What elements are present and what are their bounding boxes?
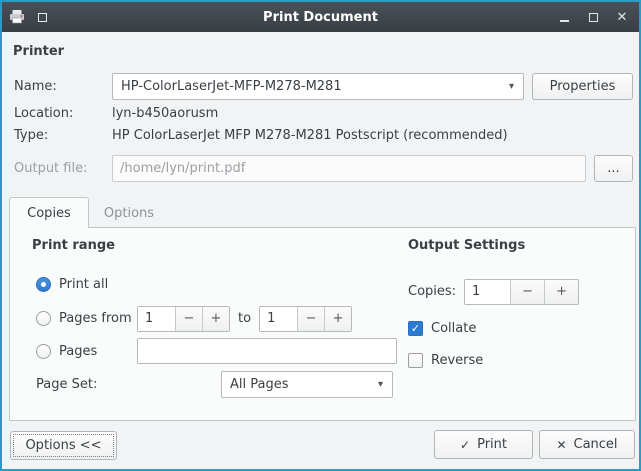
print-all-row[interactable]: Print all: [36, 273, 108, 295]
printer-section-title: Printer: [13, 38, 64, 65]
print-button[interactable]: ✓ Print: [434, 430, 533, 459]
pin-icon[interactable]: [35, 9, 49, 25]
pages-input[interactable]: [137, 338, 397, 364]
print-range-title: Print range: [32, 236, 115, 256]
minus-icon[interactable]: −: [297, 307, 324, 331]
close-icon: ✕: [556, 438, 566, 452]
output-file-input[interactable]: [112, 155, 586, 182]
titlebar[interactable]: Print Document ✕: [2, 2, 639, 32]
reverse-checkbox[interactable]: [408, 353, 423, 368]
collate-row[interactable]: ✓ Collate: [408, 317, 476, 339]
minus-icon[interactable]: −: [510, 280, 544, 304]
location-value: lyn-b450aorusm: [112, 104, 218, 124]
print-all-radio[interactable]: [36, 277, 51, 292]
page-set-value: All Pages: [230, 377, 289, 392]
pages-radio[interactable]: [36, 344, 51, 359]
maximize-icon: [589, 13, 598, 22]
pages-label: Pages: [59, 344, 129, 359]
chevron-down-icon: ▾: [378, 379, 383, 390]
copies-value[interactable]: 1: [465, 280, 510, 304]
plus-icon[interactable]: +: [544, 280, 578, 304]
pages-to-spinner: 1 − +: [259, 306, 352, 332]
properties-button[interactable]: Properties: [532, 73, 633, 100]
output-settings-title: Output Settings: [408, 236, 525, 256]
close-button[interactable]: ✕: [615, 9, 629, 25]
page-set-combobox[interactable]: All Pages ▾: [221, 371, 393, 398]
maximize-button[interactable]: [586, 9, 600, 25]
page-set-row: Page Set: All Pages ▾: [36, 371, 596, 398]
titlebar-left: [9, 2, 49, 32]
titlebar-buttons: ✕: [557, 2, 629, 32]
output-file-label: Output file:: [14, 155, 87, 182]
pages-from-row: Pages from 1 − + to 1 − +: [36, 305, 352, 332]
pages-from-spinner: 1 − +: [137, 306, 230, 332]
type-label: Type:: [14, 126, 48, 146]
pages-from-label: Pages from: [59, 311, 129, 326]
pages-row: Pages: [36, 338, 397, 364]
tab-copies[interactable]: Copies: [9, 197, 89, 228]
window-title: Print Document: [2, 10, 639, 25]
print-dialog-window: Print Document ✕ Printer Name: HP-ColorL…: [0, 0, 641, 471]
minus-icon[interactable]: −: [175, 307, 202, 331]
collate-label: Collate: [431, 321, 476, 336]
pages-from-radio[interactable]: [36, 311, 51, 326]
tab-options[interactable]: Options: [90, 200, 168, 227]
type-value: HP ColorLaserJet MFP M278-M281 Postscrip…: [112, 126, 508, 146]
minimize-icon: [560, 20, 569, 22]
chevron-down-icon: ▾: [509, 81, 514, 92]
cancel-button[interactable]: ✕ Cancel: [539, 430, 635, 459]
reverse-row[interactable]: Reverse: [408, 349, 483, 371]
collate-checkbox[interactable]: ✓: [408, 321, 423, 336]
copies-label: Copies:: [408, 284, 456, 299]
browse-button[interactable]: ...: [594, 155, 633, 182]
pages-to-value[interactable]: 1: [260, 307, 297, 331]
check-icon: ✓: [460, 438, 470, 452]
print-all-label: Print all: [59, 277, 108, 292]
options-toggle-button[interactable]: Options <<: [10, 431, 117, 460]
location-label: Location:: [14, 104, 73, 124]
copies-spinner: 1 − +: [464, 279, 579, 305]
reverse-label: Reverse: [431, 353, 483, 368]
copies-row: Copies: 1 − +: [408, 278, 579, 305]
page-set-label: Page Set:: [36, 377, 97, 392]
copies-tab-panel: Print range Print all Pages from 1 − + t…: [9, 227, 636, 421]
plus-icon[interactable]: +: [324, 307, 351, 331]
name-label: Name:: [14, 73, 57, 100]
plus-icon[interactable]: +: [202, 307, 229, 331]
printer-name-value: HP-ColorLaserJet-MFP-M278-M281: [121, 79, 342, 94]
check-icon: ✓: [411, 322, 420, 335]
minimize-button[interactable]: [557, 9, 571, 25]
pages-from-value[interactable]: 1: [138, 307, 175, 331]
printer-name-combobox[interactable]: HP-ColorLaserJet-MFP-M278-M281 ▾: [112, 73, 524, 100]
printer-app-icon: [9, 9, 25, 25]
to-label: to: [238, 311, 251, 326]
